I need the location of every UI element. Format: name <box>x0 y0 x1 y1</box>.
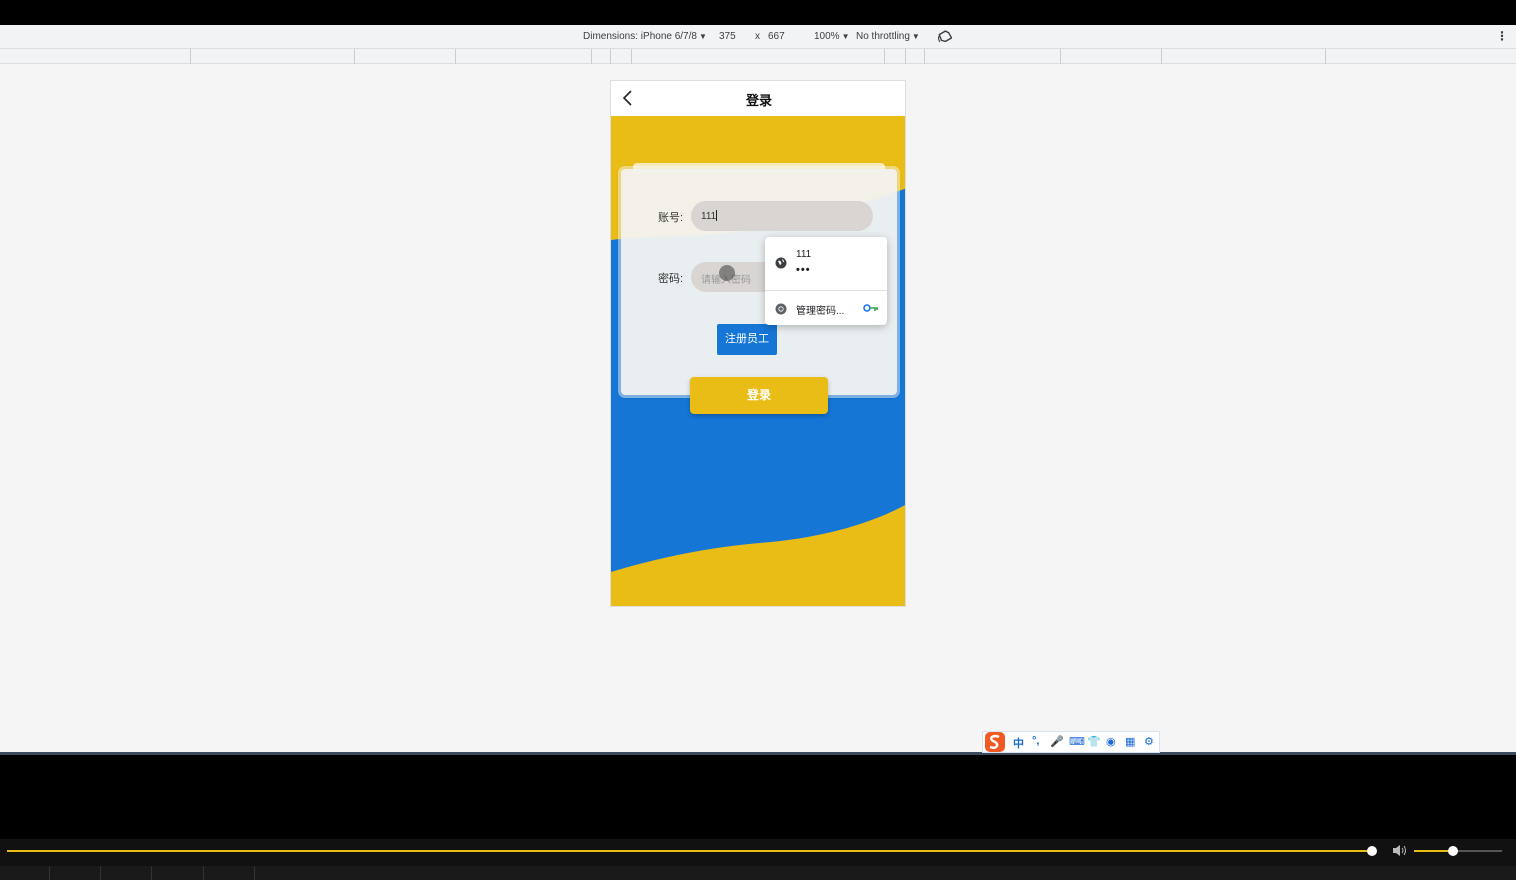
ruler-tick <box>455 49 456 64</box>
device-select-label: Dimensions: iPhone 6/7/8 <box>583 31 697 42</box>
skin-icon[interactable]: 👕 <box>1087 735 1101 748</box>
ruler-tick <box>591 49 592 64</box>
ruler-tick <box>631 49 632 64</box>
throttling-label: No throttling <box>856 31 910 42</box>
zoom-select[interactable]: 100% ▼ <box>814 31 850 42</box>
dimension-separator: x <box>755 31 760 42</box>
ruler-tick <box>924 49 925 64</box>
mouse-pointer-indicator <box>719 265 735 281</box>
volume-knob[interactable] <box>1448 846 1458 856</box>
playback-progress-bar[interactable] <box>7 850 1372 852</box>
globe-icon <box>775 257 787 269</box>
account-input[interactable]: 111 <box>691 201 873 231</box>
width-input[interactable]: 375 <box>719 31 736 42</box>
account-label: 账号: <box>658 212 684 224</box>
account-input-value: 111 <box>701 211 717 222</box>
taskbar <box>0 866 1516 880</box>
volume-icon[interactable] <box>1392 844 1408 857</box>
ruler-tick <box>884 49 885 64</box>
ruler-tick <box>1161 49 1162 64</box>
password-autofill-dropdown: 111 ••• 管理密码... <box>765 237 887 325</box>
chrome-icon <box>775 303 787 315</box>
chevron-down-icon: ▼ <box>841 32 850 41</box>
ruler-tick <box>1060 49 1061 64</box>
saved-credential-item[interactable]: 111 ••• <box>765 237 887 289</box>
ime-punctuation-icon[interactable]: °, <box>1032 735 1039 747</box>
playback-scrubber[interactable] <box>1367 846 1377 856</box>
key-icon <box>863 304 878 312</box>
password-label: 密码: <box>658 273 684 285</box>
taskbar-item[interactable] <box>0 866 50 880</box>
manage-passwords-label: 管理密码... <box>796 306 845 317</box>
height-input[interactable]: 667 <box>768 31 785 42</box>
viewport-edge <box>0 752 1516 755</box>
saved-username: 111 <box>796 249 812 260</box>
chevron-down-icon: ▼ <box>698 32 707 41</box>
keyboard-icon[interactable]: ⌨ <box>1069 735 1085 748</box>
toolbox-icon[interactable]: ▦ <box>1125 735 1135 748</box>
ruler-tick <box>1325 49 1326 64</box>
page-title: 登录 <box>745 93 772 108</box>
manage-passwords-item[interactable]: 管理密码... <box>765 290 887 325</box>
taskbar-item[interactable] <box>101 866 152 880</box>
taskbar-item[interactable] <box>50 866 101 880</box>
rotate-icon[interactable] <box>938 29 952 44</box>
zoom-label: 100% <box>814 31 840 42</box>
assistant-icon[interactable]: ◉ <box>1106 735 1116 748</box>
ruler-tick <box>905 49 906 64</box>
taskbar-item[interactable] <box>152 866 204 880</box>
ruler-tick <box>190 49 191 64</box>
ruler-tick <box>354 49 355 64</box>
phone-screen: 登录 账号: 111 密码: 请输入密码 注册员工 登录 <box>610 80 906 607</box>
login-button[interactable]: 登录 <box>690 377 828 414</box>
more-options-icon[interactable]: ⋮ <box>1496 29 1508 43</box>
media-query-ruler <box>0 49 1516 64</box>
register-employee-button[interactable]: 注册员工 <box>717 324 777 355</box>
devtools-device-toolbar: Dimensions: iPhone 6/7/8 ▼ 375 x 667 100%… <box>0 25 1516 49</box>
throttling-select[interactable]: No throttling ▼ <box>856 31 920 42</box>
settings-icon[interactable]: ⚙ <box>1144 735 1154 748</box>
nav-bar: 登录 <box>611 81 905 116</box>
sogou-logo-icon[interactable] <box>984 731 1006 753</box>
ruler-tick <box>610 49 611 64</box>
ime-toolbar: 中 °, 🎤 ⌨ 👕 ◉ ▦ ⚙ <box>982 731 1160 753</box>
text-cursor <box>716 210 718 221</box>
device-select[interactable]: Dimensions: iPhone 6/7/8 ▼ <box>583 31 707 42</box>
microphone-icon[interactable]: 🎤 <box>1050 735 1064 748</box>
chevron-down-icon: ▼ <box>911 32 920 41</box>
screen: Dimensions: iPhone 6/7/8 ▼ 375 x 667 100%… <box>0 0 1516 880</box>
ime-mode-chinese[interactable]: 中 <box>1013 735 1024 751</box>
taskbar-item[interactable] <box>204 866 255 880</box>
saved-password-mask: ••• <box>796 264 811 276</box>
